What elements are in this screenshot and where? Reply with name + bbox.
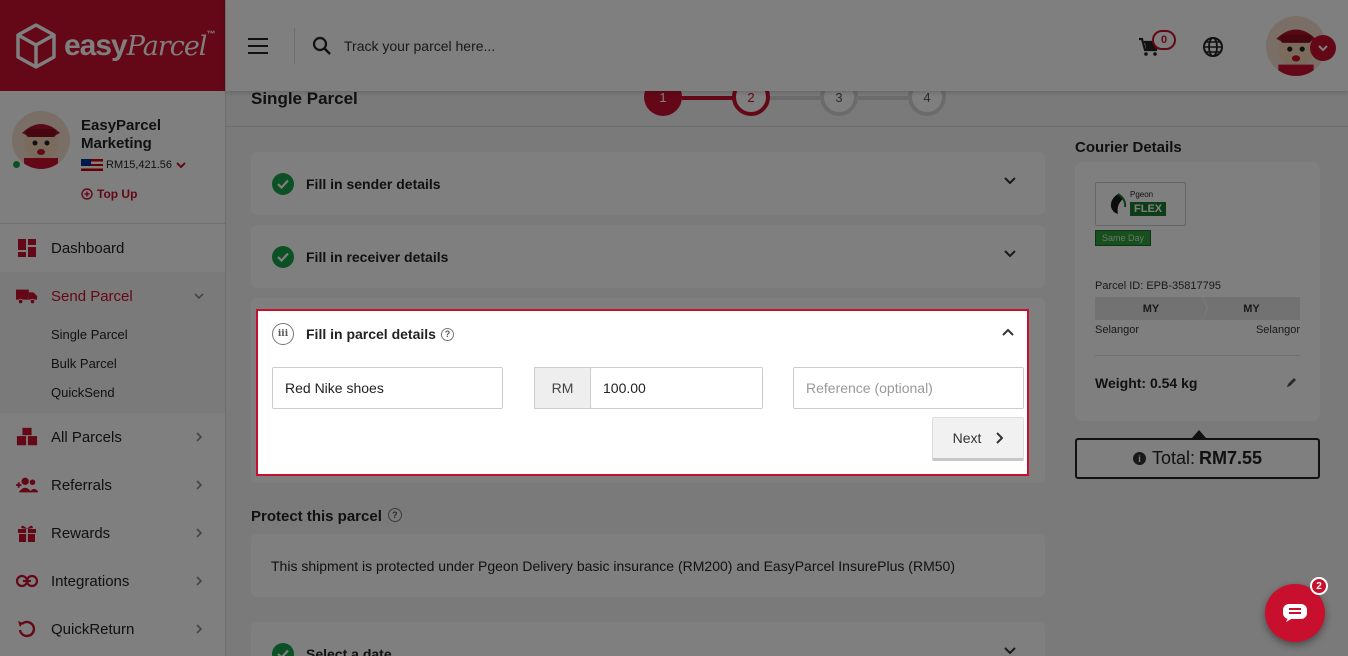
divider [1095,355,1300,356]
chevron-down-icon [176,162,186,169]
sidebar-item-quickreturn[interactable]: QuickReturn [0,605,225,653]
route-bar: MY MY [1095,297,1300,320]
page-title: Single Parcel [251,89,358,108]
origin-state: Selangor [1095,324,1140,336]
date-section[interactable]: Select a date [251,622,1045,656]
chevron-down-icon [1318,45,1328,52]
service-badge: Same Day [1095,230,1152,246]
help-icon[interactable]: ? [440,327,454,341]
search-icon[interactable] [312,36,332,56]
parcels-icon [16,426,38,448]
top-up-link[interactable]: Top Up [81,187,137,201]
wallet-balance[interactable]: RM15,421.56 [81,159,187,171]
chevron-right-icon [196,528,203,538]
sidebar: easyParcel™ EasyParcel Marketing RM15,42… [0,0,226,656]
sidebar-item-all-parcels[interactable]: All Parcels [0,413,225,461]
protect-title: Protect this parcel? [251,508,402,525]
profile-card: EasyParcel Marketing RM15,421.56 Top Up [0,91,225,224]
step-iii-icon: iii [272,323,294,345]
sidebar-item-bulk-parcel[interactable]: Bulk Parcel [0,349,225,378]
chevron-right-icon [196,624,203,634]
pgeon-logo-icon [1110,193,1127,214]
sidebar-item-referrals[interactable]: Referrals [0,461,225,509]
sidebar-item-send-parcel[interactable]: Send Parcel [0,272,225,320]
parcel-weight: Weight: 0.54 kg [1095,375,1198,391]
chevron-down-icon [1004,250,1016,258]
reference-input[interactable] [793,367,1024,409]
currency-prefix: RM [534,367,591,409]
parcel-value-input[interactable] [590,367,763,409]
cube-logo-icon [16,22,56,69]
section-title: Fill in receiver details [306,248,449,265]
next-button[interactable]: Next [932,417,1024,461]
top-bar: 0 [226,0,1348,91]
parcel-content-input[interactable] [272,367,503,409]
courier-details-title: Courier Details [1075,139,1182,156]
step-connector [858,96,910,100]
brand-name: easyParcel™ [64,28,215,62]
parcel-section-header[interactable]: iii Fill in parcel details ? [258,311,1027,355]
divider [294,27,295,64]
account-dropdown-button[interactable] [1310,35,1336,61]
online-status-dot [11,159,22,170]
chevron-down-icon [1004,647,1016,655]
chevron-down-icon [1004,177,1016,185]
destination-country: MY [1203,297,1300,320]
link-icon [16,570,38,592]
info-icon[interactable]: i [1132,452,1146,465]
section-title: Select a date [306,645,392,656]
chevron-up-icon [1002,328,1014,336]
brand-logo[interactable]: easyParcel™ [0,0,225,91]
sidebar-item-rewards[interactable]: Rewards [0,509,225,557]
sidebar-item-single-parcel[interactable]: Single Parcel [0,320,225,349]
step-connector [770,96,822,100]
receiver-section[interactable]: Fill in receiver details [251,225,1045,288]
page-header: Single Parcel 1 2 3 4 [226,78,1348,127]
plus-circle-icon [81,188,93,200]
check-icon [272,172,294,195]
dashboard-icon [16,237,38,259]
chevron-right-icon [196,432,203,442]
sidebar-item-dashboard[interactable]: Dashboard [0,224,225,272]
courier-logo: Pgeon FLEX [1095,182,1186,226]
check-icon [272,245,294,268]
chevron-right-icon [196,480,203,490]
caret-up [1192,430,1206,438]
help-icon[interactable]: ? [387,508,402,522]
gift-icon [16,522,38,544]
total-price: i Total: RM7.55 [1075,438,1320,479]
step-connector [682,96,734,100]
chevron-right-icon [996,432,1004,444]
section-title: Fill in sender details [306,175,441,192]
sender-section[interactable]: Fill in sender details [251,152,1045,215]
origin-country: MY [1095,297,1207,320]
check-icon [272,642,294,656]
track-parcel-input[interactable] [344,37,744,54]
parcel-id: Parcel ID: EPB-35817795 [1095,280,1221,292]
referrals-icon [16,474,38,496]
menu-icon[interactable] [248,37,268,54]
chevron-down-icon [194,293,204,300]
truck-icon [16,285,38,307]
pencil-icon[interactable] [1286,376,1298,388]
cart-count-badge: 0 [1152,30,1176,50]
sidebar-nav: Dashboard Send Parcel Single Parcel Bulk… [0,224,225,653]
sidebar-item-integrations[interactable]: Integrations [0,557,225,605]
parcel-details-section: iii Fill in parcel details ? RM Next [256,309,1029,476]
chevron-right-icon [196,576,203,586]
chat-badge: 2 [1310,577,1328,595]
destination-state: Selangor [1255,324,1300,336]
courier-card: Pgeon FLEX Same Day Parcel ID: EPB-35817… [1075,162,1320,421]
globe-icon[interactable] [1202,36,1224,58]
chat-icon [1283,604,1307,622]
profile-name: EasyParcel Marketing [81,117,162,152]
return-icon [16,618,38,640]
send-parcel-submenu: Single Parcel Bulk Parcel QuickSend [0,320,225,413]
malaysia-flag-icon [81,159,103,171]
protect-info: This shipment is protected under Pgeon D… [251,534,1045,597]
section-title: Fill in parcel details [306,326,436,342]
sidebar-item-quicksend[interactable]: QuickSend [0,378,225,407]
